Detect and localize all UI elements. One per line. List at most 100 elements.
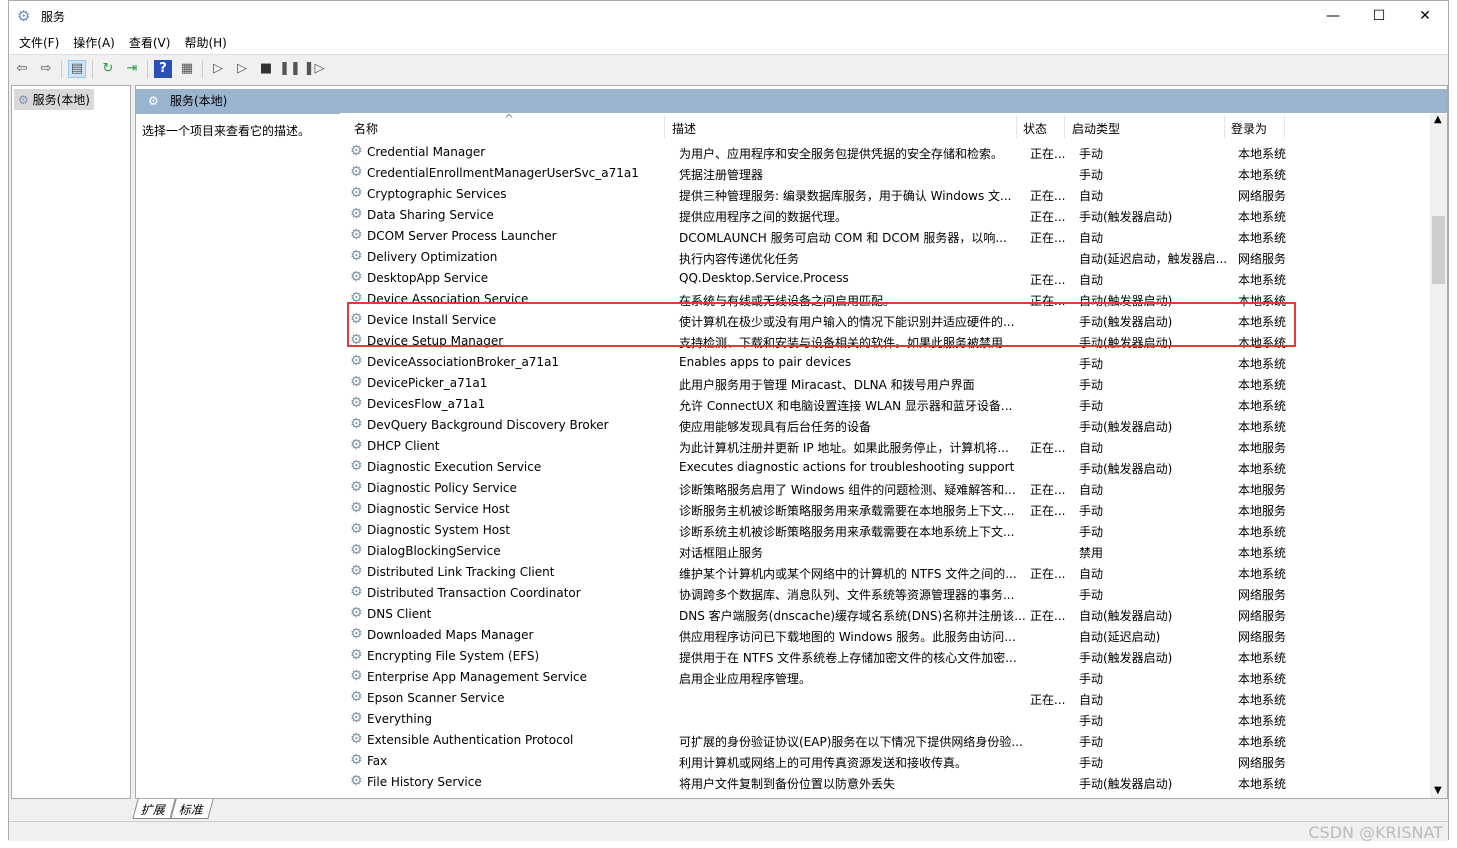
description-hint: 选择一个项目来查看它的描述。 [142,124,311,138]
service-row[interactable]: ⚙ Diagnostic Policy Service 诊断策略服务启用了 Wind… [348,478,1428,499]
refresh-icon[interactable]: ↻ [99,60,117,78]
column-status[interactable]: 状态 [1023,120,1047,137]
service-row[interactable]: ⚙ Fax 利用计算机或网络上的可用传真资源发送和接收传真。 手动 网络服务 [348,751,1428,772]
service-row[interactable]: ⚙ Downloaded Maps Manager 供应用程序访问已下载地图的 Wi… [348,625,1428,646]
service-status: 正在... [1030,231,1066,245]
service-row[interactable]: ⚙ Enterprise App Management Service 启用企业应用… [348,667,1428,688]
service-gear-icon: ⚙ [350,143,363,159]
service-row[interactable]: ⚙ Diagnostic Service Host 诊断服务主机被诊断策略服务用来承… [348,499,1428,520]
service-description: 为用户、应用程序和安全服务包提供凭据的安全存储和检索。 [679,147,1004,161]
start-alt-icon[interactable]: ▷ [233,60,251,78]
service-description: 提供用于在 NTFS 文件系统卷上存储加密文件的核心文件加密... [679,651,1017,665]
service-row[interactable]: ⚙ DCOM Server Process Launcher DCOMLAUNCH … [348,226,1428,247]
service-row[interactable]: ⚙ Diagnostic Execution Service Executes di… [348,457,1428,478]
service-gear-icon: ⚙ [350,542,363,558]
service-description: 此用户服务用于管理 Miracast、DLNA 和拨号用户界面 [679,378,975,392]
service-row[interactable]: ⚙ DeviceAssociationBroker_a71a1 Enables ap… [348,352,1428,373]
menu-action[interactable]: 操作(A) [73,34,115,51]
service-row[interactable]: ⚙ Distributed Link Tracking Client 维护某个计算机… [348,562,1428,583]
close-button[interactable]: ✕ [1402,1,1448,31]
properties-icon[interactable]: ▦ [178,60,196,78]
tab-standard[interactable]: 标准 [170,799,214,819]
service-row[interactable]: ⚙ Data Sharing Service 提供应用程序之间的数据代理。 正在...… [348,205,1428,226]
service-row[interactable]: ⚙ DHCP Client 为此计算机注册并更新 IP 地址。如果此服务停止，计算机… [348,436,1428,457]
scroll-up-icon[interactable]: ▲ [1434,114,1442,125]
export-icon[interactable]: ⇥ [123,60,141,78]
tab-extended[interactable]: 扩展 [132,799,176,819]
help-icon[interactable]: ? [154,59,172,78]
forward-icon[interactable]: ⇨ [37,60,55,78]
service-gear-icon: ⚙ [350,353,363,369]
service-gear-icon: ⚙ [350,521,363,537]
tree-item-services-local[interactable]: ⚙ 服务(本地) [14,89,94,110]
service-gear-icon: ⚙ [350,626,363,642]
column-description[interactable]: 描述 [672,120,696,137]
service-logon: 网络服务 [1238,609,1287,623]
menu-help[interactable]: 帮助(H) [184,34,226,51]
scroll-down-icon[interactable]: ▼ [1434,785,1442,796]
service-status: 正在... [1030,189,1066,203]
service-startup: 自动 [1079,231,1104,245]
minimize-button[interactable]: — [1310,1,1356,31]
column-name[interactable]: 名称 [354,120,378,137]
service-row[interactable]: ⚙ Distributed Transaction Coordinator 协调跨多… [348,583,1428,604]
service-description: 提供三种管理服务: 编录数据库服务，用于确认 Windows 文... [679,189,1012,203]
stop-icon[interactable]: ■ [257,60,275,78]
vertical-scrollbar[interactable]: ▲ ▼ [1430,114,1447,798]
service-startup: 自动 [1079,483,1104,497]
service-row[interactable]: ⚙ Everything 手动 本地系统 [348,709,1428,730]
service-row[interactable]: ⚙ Cryptographic Services 提供三种管理服务: 编录数据库服务… [348,184,1428,205]
menu-view[interactable]: 查看(V) [129,34,171,51]
menu-file[interactable]: 文件(F) [19,34,59,51]
service-startup: 手动 [1079,588,1104,602]
back-icon[interactable]: ⇦ [13,60,31,78]
service-row[interactable]: ⚙ Diagnostic System Host 诊断系统主机被诊断策略服务用来承载… [348,520,1428,541]
service-gear-icon: ⚙ [350,500,363,516]
service-row[interactable]: ⚙ Delivery Optimization 执行内容传递优化任务 自动(延迟启动，… [348,247,1428,268]
service-row[interactable]: ⚙ DesktopApp Service QQ.Desktop.Service.Pr… [348,268,1428,289]
service-description: 将用户文件复制到备份位置以防意外丢失 [679,777,896,791]
service-row[interactable]: ⚙ Credential Manager 为用户、应用程序和安全服务包提供凭据的安全… [348,142,1428,163]
service-logon: 本地系统 [1238,567,1287,581]
service-name: Distributed Transaction Coordinator [367,586,581,600]
maximize-button[interactable]: ☐ [1356,1,1402,31]
service-name: Fax [367,754,388,768]
services-pane: ⚙ 服务(本地) 选择一个项目来查看它的描述。 名称 ^ 描述 状态 启动类型 登… [135,85,1448,799]
service-description: 诊断服务主机被诊断策略服务用来承载需要在本地服务上下文... [679,504,1015,518]
show-hide-tree-icon[interactable]: ▤ [68,59,86,78]
column-startup-type[interactable]: 启动类型 [1072,120,1120,137]
service-logon: 本地系统 [1238,399,1287,413]
service-row[interactable]: ⚙ Encrypting File System (EFS) 提供用于在 NTFS … [348,646,1428,667]
service-row[interactable]: ⚙ DevicePicker_a71a1 此用户服务用于管理 Miracast、DL… [348,373,1428,394]
service-row[interactable]: ⚙ DNS Client DNS 客户端服务(dnscache)缓存域名系统(DNS… [348,604,1428,625]
service-name: Extensible Authentication Protocol [367,733,574,747]
pause-icon[interactable]: ❚❚ [279,60,301,78]
service-status: 正在... [1030,273,1066,287]
service-row[interactable]: ⚙ CredentialEnrollmentManagerUserSvc_a71a… [348,163,1428,184]
service-row[interactable]: ⚙ Extensible Authentication Protocol 可扩展的身… [348,730,1428,751]
menu-bar: 文件(F) 操作(A) 查看(V) 帮助(H) [9,31,1448,55]
gear-icon: ⚙ [18,93,29,107]
service-row[interactable]: ⚙ File History Service 将用户文件复制到备份位置以防意外丢失 手… [348,772,1428,793]
service-startup: 手动 [1079,168,1104,182]
service-row[interactable]: ⚙ DialogBlockingService 对话框阻止服务 禁用 本地系统 [348,541,1428,562]
service-name: Everything [367,712,432,726]
column-logon-as[interactable]: 登录为 [1231,120,1267,137]
service-gear-icon: ⚙ [350,164,363,180]
service-startup: 手动(触发器启动) [1079,651,1173,665]
scrollbar-thumb[interactable] [1432,216,1445,284]
service-logon: 本地服务 [1238,483,1287,497]
service-row[interactable]: ⚙ Epson Scanner Service 正在... 自动 本地系统 [348,688,1428,709]
service-description: 可扩展的身份验证协议(EAP)服务在以下情况下提供网络身份验... [679,735,1023,749]
resume-icon[interactable]: ❚▷ [304,60,325,78]
gear-icon: ⚙ [148,94,159,108]
service-description: 对话框阻止服务 [679,546,764,560]
service-row[interactable]: ⚙ DevicesFlow_a71a1 允许 ConnectUX 和电脑设置连接 W… [348,394,1428,415]
service-startup: 禁用 [1079,546,1104,560]
service-name: DevicePicker_a71a1 [367,376,488,390]
service-row[interactable]: ⚙ DevQuery Background Discovery Broker 使应用… [348,415,1428,436]
service-logon: 本地系统 [1238,714,1287,728]
service-gear-icon: ⚙ [350,416,363,432]
service-name: DevQuery Background Discovery Broker [367,418,609,432]
start-icon[interactable]: ▷ [209,60,227,78]
